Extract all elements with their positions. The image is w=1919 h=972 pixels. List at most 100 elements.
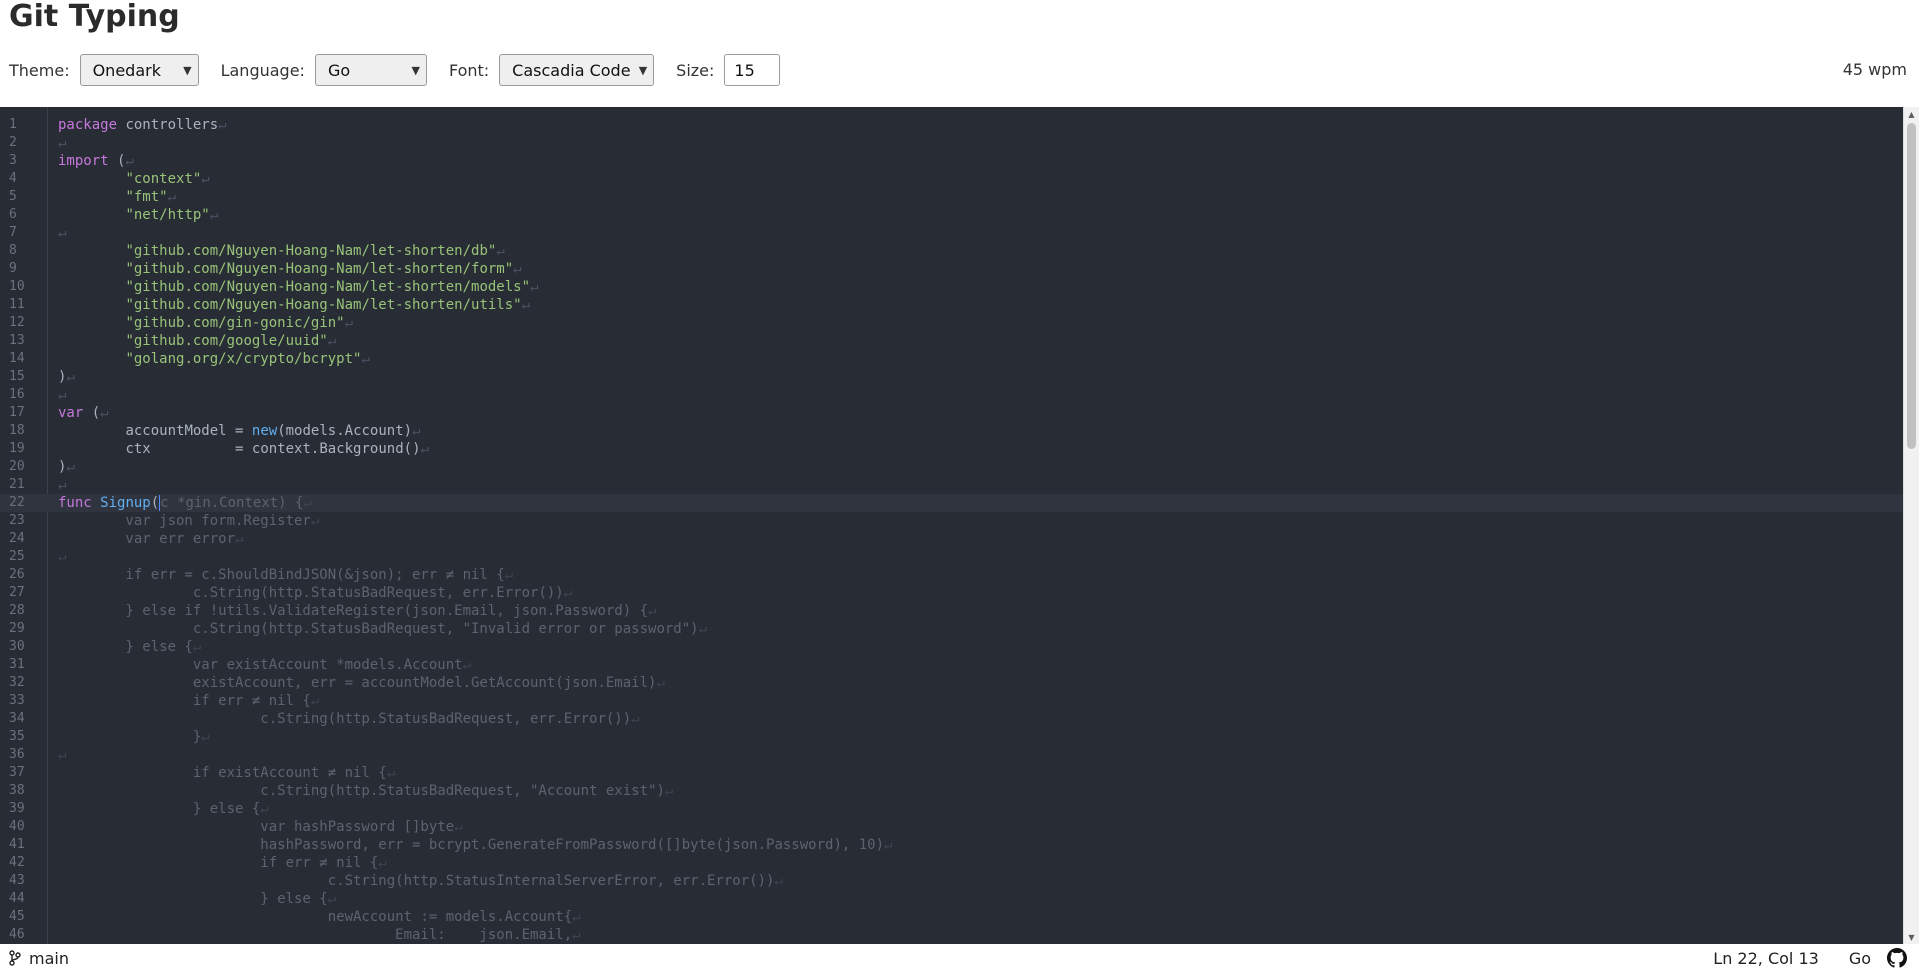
- theme-value: Onedark: [92, 60, 161, 80]
- line-number: 44: [9, 891, 25, 906]
- line-number: 14: [9, 351, 25, 366]
- code-line: 5 "fmt"↵: [0, 188, 1903, 206]
- code-line: 32 existAccount, err = accountModel.GetA…: [0, 674, 1903, 692]
- line-number: 39: [9, 801, 25, 816]
- line-number: 3: [9, 153, 17, 168]
- code-text: } else {↵: [58, 891, 337, 907]
- scroll-up-icon[interactable]: ▲: [1904, 107, 1919, 121]
- code-line: 13 "github.com/google/uuid"↵: [0, 332, 1903, 350]
- code-text: )↵: [58, 459, 75, 475]
- font-label: Font:: [448, 60, 490, 80]
- scroll-down-icon[interactable]: ▼: [1904, 930, 1919, 944]
- code-text: package controllers↵: [58, 117, 227, 133]
- line-number: 15: [9, 369, 25, 384]
- cursor-position: Ln 22, Col 13: [1713, 948, 1819, 968]
- theme-select[interactable]: Onedark ▼: [79, 54, 199, 86]
- code-text: ↵: [58, 747, 67, 763]
- line-number: 2: [9, 135, 17, 150]
- line-number: 10: [9, 279, 25, 294]
- code-line: 28 } else if !utils.ValidateRegister(jso…: [0, 602, 1903, 620]
- code-text: var json form.Register↵: [58, 513, 320, 529]
- line-number: 27: [9, 585, 25, 600]
- size-input[interactable]: 15: [724, 54, 781, 86]
- code-line: 26 if err = c.ShouldBindJSON(&json); err…: [0, 566, 1903, 584]
- vertical-scrollbar[interactable]: ▲ ▼: [1903, 107, 1919, 944]
- code-text: c.String(http.StatusInternalServerError,…: [58, 873, 783, 889]
- line-number: 4: [9, 171, 17, 186]
- app-title: Git Typing: [9, 0, 180, 34]
- code-line: 11 "github.com/Nguyen-Hoang-Nam/let-shor…: [0, 296, 1903, 314]
- code-text: }↵: [58, 729, 210, 745]
- line-number: 23: [9, 513, 25, 528]
- code-text: ↵: [58, 135, 67, 151]
- code-line: 34 c.String(http.StatusBadRequest, err.E…: [0, 710, 1903, 728]
- line-number: 21: [9, 477, 25, 492]
- code-text: "net/http"↵: [125, 207, 219, 223]
- code-text: var hashPassword []byte↵: [58, 819, 463, 835]
- code-line: 40 var hashPassword []byte↵: [0, 818, 1903, 836]
- code-line: 1 package controllers↵: [0, 116, 1903, 134]
- code-line: 18 accountModel = new(models.Account)↵: [0, 422, 1903, 440]
- line-number: 32: [9, 675, 25, 690]
- line-number: 8: [9, 243, 17, 258]
- language-label: Language:: [220, 60, 305, 80]
- code-text: ↵: [58, 387, 67, 403]
- line-number: 30: [9, 639, 25, 654]
- branch-indicator[interactable]: main: [9, 949, 69, 968]
- code-line: 4 "context"↵: [0, 170, 1903, 188]
- git-branch-icon: [9, 950, 21, 966]
- line-number: 45: [9, 909, 25, 924]
- code-text: if err ≠ nil {↵: [58, 693, 320, 709]
- code-line: 35 }↵: [0, 728, 1903, 746]
- line-number: 20: [9, 459, 25, 474]
- code-text: "fmt"↵: [125, 189, 177, 205]
- font-select[interactable]: Cascadia Code ▼: [499, 54, 655, 86]
- code-text: if existAccount ≠ nil {↵: [58, 765, 396, 781]
- code-line: 12 "github.com/gin-gonic/gin"↵: [0, 314, 1903, 332]
- scrollbar-thumb[interactable]: [1907, 123, 1916, 449]
- size-label: Size:: [676, 60, 715, 80]
- code-line: 19 ctx = context.Background()↵: [0, 440, 1903, 458]
- chevron-down-icon: ▼: [183, 63, 192, 77]
- code-line: 2 ↵: [0, 134, 1903, 152]
- code-text: } else {↵: [58, 801, 269, 817]
- line-number: 22: [9, 495, 25, 510]
- code-line: 37 if existAccount ≠ nil {↵: [0, 764, 1903, 782]
- code-line: 16 ↵: [0, 386, 1903, 404]
- code-line: 39 } else {↵: [0, 800, 1903, 818]
- line-number: 29: [9, 621, 25, 636]
- code-line: 3 import (↵: [0, 152, 1903, 170]
- line-number: 33: [9, 693, 25, 708]
- line-number: 36: [9, 747, 25, 762]
- language-select[interactable]: Go ▼: [314, 54, 427, 86]
- code-text: var err error↵: [58, 531, 244, 547]
- code-line: 33 if err ≠ nil {↵: [0, 692, 1903, 710]
- line-number: 5: [9, 189, 17, 204]
- line-number: 37: [9, 765, 25, 780]
- code-line: 20 )↵: [0, 458, 1903, 476]
- code-text: "github.com/google/uuid"↵: [125, 333, 337, 349]
- code-text: import (↵: [58, 153, 134, 169]
- line-number: 18: [9, 423, 25, 438]
- code-text: c.String(http.StatusBadRequest, "Invalid…: [58, 621, 708, 637]
- code-text: "golang.org/x/crypto/bcrypt"↵: [125, 351, 370, 367]
- code-text: if err ≠ nil {↵: [58, 855, 387, 871]
- chevron-down-icon: ▼: [638, 63, 648, 77]
- line-number: 25: [9, 549, 25, 564]
- code-line: 44 } else {↵: [0, 890, 1903, 908]
- line-number: 6: [9, 207, 17, 222]
- code-line: 7 ↵: [0, 224, 1903, 242]
- code-editor[interactable]: 1 package controllers↵ 2 ↵ 3 import (↵ 4 "cont…: [0, 107, 1919, 944]
- line-number: 41: [9, 837, 25, 852]
- code-line: 24 var err error↵: [0, 530, 1903, 548]
- code-text: hashPassword, err = bcrypt.GenerateFromP…: [58, 837, 893, 853]
- line-number: 42: [9, 855, 25, 870]
- github-icon[interactable]: [1887, 948, 1907, 968]
- code-line: 8 "github.com/Nguyen-Hoang-Nam/let-short…: [0, 242, 1903, 260]
- code-text: ↵: [58, 477, 67, 493]
- code-text: )↵: [58, 369, 75, 385]
- code-line: 43 c.String(http.StatusInternalServerErr…: [0, 872, 1903, 890]
- line-number: 11: [9, 297, 25, 312]
- code-text: newAccount := models.Account{↵: [58, 909, 581, 925]
- code-line: 38 c.String(http.StatusBadRequest, "Acco…: [0, 782, 1903, 800]
